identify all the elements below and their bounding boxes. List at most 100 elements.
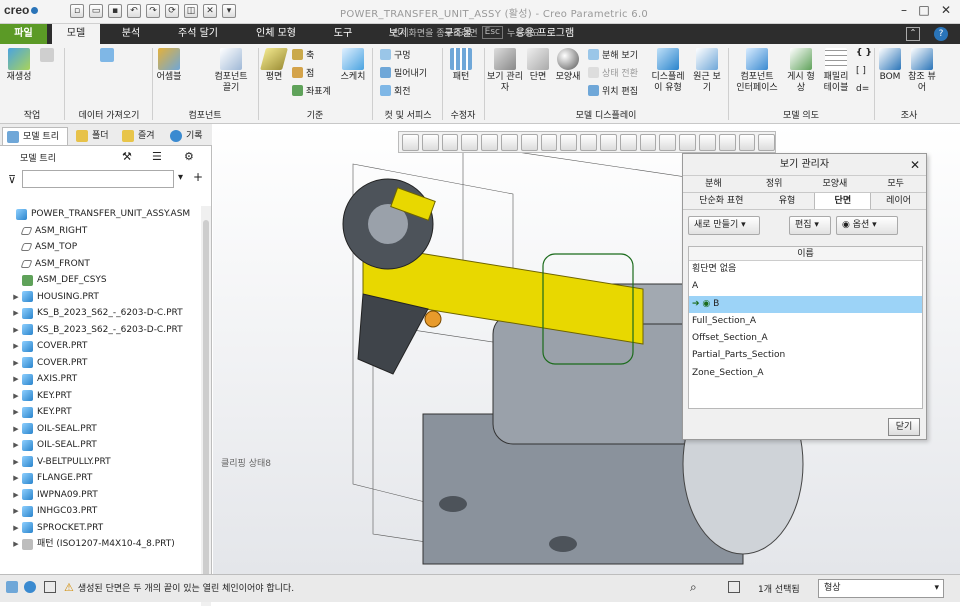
group-cut-surface[interactable]: 컷 및 서피스 xyxy=(374,108,442,121)
tree-item[interactable]: ASM_DEF_CSYS xyxy=(0,272,210,289)
panel-toggle-icon[interactable] xyxy=(6,581,18,593)
section-list-item[interactable]: Offset_Section_A xyxy=(689,330,922,347)
group-operations[interactable]: 작업 xyxy=(4,108,60,121)
selection-filter[interactable]: 형상 ▾ xyxy=(818,579,944,598)
display-style-icon[interactable] xyxy=(520,133,538,151)
perspective-icon[interactable] xyxy=(659,133,677,151)
section-list-item[interactable]: Full_Section_A xyxy=(689,313,922,330)
expand-arrow-icon[interactable]: ▶ xyxy=(10,421,22,438)
tab-layers[interactable]: 레이어 xyxy=(871,193,926,209)
tree-item[interactable]: ▶ 패턴 (ISO1207-M4X10-4_8.PRT) xyxy=(0,536,210,553)
assemble-button[interactable]: 어셈블 xyxy=(154,48,184,83)
group-get-data[interactable]: 데이터 가져오기 xyxy=(66,108,152,121)
collapse-ribbon-icon[interactable]: ⌃ xyxy=(906,27,920,41)
named-view-icon[interactable] xyxy=(599,133,617,151)
settings-icon[interactable]: ⚒ xyxy=(122,150,132,163)
parameters-icon[interactable]: [ ] xyxy=(856,66,866,76)
get-data-icon[interactable] xyxy=(96,48,118,64)
expand-arrow-icon[interactable]: ▶ xyxy=(10,355,22,372)
fullscreen-icon[interactable] xyxy=(44,581,56,593)
drag-components-button[interactable]: 컴포넌트 끌기 xyxy=(208,48,254,94)
regenerate-icon[interactable]: ⟳ xyxy=(165,4,179,18)
tab-style[interactable]: 유형 xyxy=(760,193,815,209)
expand-arrow-icon[interactable]: ▶ xyxy=(10,289,22,306)
section-list-item[interactable]: A xyxy=(689,278,922,295)
new-section-dropdown[interactable]: 새로 만들기 ▾ xyxy=(688,216,760,235)
explode-view-button[interactable]: 분해 보기 xyxy=(588,48,638,61)
tree-item[interactable]: ▶ KEY.PRT xyxy=(0,388,210,405)
section-list-item[interactable]: 횡단면 없음 xyxy=(689,261,922,278)
appearance-button[interactable]: 모양새 xyxy=(552,48,584,83)
group-model-display[interactable]: 모델 디스플레이 xyxy=(486,108,726,121)
tree-item[interactable]: ▶ KS_B_2023_S62_-_6203-D-C.PRT xyxy=(0,322,210,339)
windows-icon[interactable]: ◫ xyxy=(184,4,198,18)
new-file-icon[interactable]: ▫ xyxy=(70,4,84,18)
tab-model[interactable]: 모델 xyxy=(52,24,100,44)
expand-arrow-icon[interactable]: ▶ xyxy=(10,454,22,471)
tree-item[interactable]: ▶ COVER.PRT xyxy=(0,338,210,355)
appearance-icon-icon[interactable] xyxy=(698,133,716,151)
save-icon[interactable]: ▪ xyxy=(108,4,122,18)
tab-appearance[interactable]: 모양새 xyxy=(805,176,866,192)
minimize-button[interactable]: – xyxy=(894,3,914,19)
expand-arrow-icon[interactable]: ▶ xyxy=(10,371,22,388)
copy-paste-group[interactable] xyxy=(36,48,58,64)
view-manager-button[interactable]: 보기 관리 자 xyxy=(486,48,524,94)
zoom-out-icon[interactable] xyxy=(441,133,459,151)
family-table-button[interactable]: 패밀리 테이블 xyxy=(820,48,852,94)
search-input[interactable] xyxy=(22,170,174,188)
expand-arrow-icon[interactable]: ▶ xyxy=(10,338,22,355)
tree-item[interactable]: ▶ COVER.PRT xyxy=(0,355,210,372)
customize-qat-icon[interactable]: ▾ xyxy=(222,4,236,18)
reference-viewer-button[interactable]: 참조 뷰 어 xyxy=(904,48,940,94)
tab-all[interactable]: 모두 xyxy=(865,176,926,192)
tab-analysis[interactable]: 분석 xyxy=(110,24,152,44)
redo-icon[interactable]: ↷ xyxy=(146,4,160,18)
zoom-in-icon[interactable] xyxy=(421,133,439,151)
csys-button[interactable]: 좌표계 xyxy=(292,84,331,97)
toggle-status-button[interactable]: 상태 전환 xyxy=(588,66,638,79)
display-style-button[interactable]: 디스플레 이 유형 xyxy=(648,48,688,94)
expand-arrow-icon[interactable]: ▶ xyxy=(10,388,22,405)
group-modifiers[interactable]: 수정자 xyxy=(442,108,484,121)
tab-history[interactable]: 기록 xyxy=(166,127,212,145)
tree-item[interactable]: ▶ V-BELTPULLY.PRT xyxy=(0,454,210,471)
selection-list-icon[interactable] xyxy=(728,581,740,593)
group-investigate[interactable]: 조사 xyxy=(876,108,942,121)
tab-favorites[interactable]: 즐겨 xyxy=(118,127,164,145)
datum-display-icon[interactable] xyxy=(540,133,558,151)
close-window-icon[interactable]: ✕ xyxy=(203,4,217,18)
view-normal-icon[interactable] xyxy=(481,133,498,151)
find-icon[interactable]: ⌕ xyxy=(690,580,697,595)
sketch-button[interactable]: 스케치 xyxy=(338,48,368,83)
switch-dimensions-icon[interactable]: d= xyxy=(856,84,869,94)
bom-button[interactable]: BOM xyxy=(876,48,904,83)
tree-item[interactable]: ASM_FRONT xyxy=(0,256,210,273)
hole-button[interactable]: 구멍 xyxy=(380,48,411,61)
browser-toggle-icon[interactable] xyxy=(24,581,36,593)
tab-folder-browser[interactable]: 폴더 xyxy=(72,127,118,145)
tree-item[interactable]: ▶ SPROCKET.PRT xyxy=(0,520,210,537)
publish-geometry-button[interactable]: 게시 형 상 xyxy=(784,48,818,94)
tree-item[interactable]: ▶ AXIS.PRT xyxy=(0,371,210,388)
close-dialog-button[interactable]: 닫기 xyxy=(888,418,920,436)
saved-views-icon[interactable] xyxy=(500,133,518,151)
relations-icon[interactable]: { } xyxy=(856,48,872,58)
component-interface-button[interactable]: 컴포넌트 인터페이스 xyxy=(732,48,782,94)
help-icon[interactable]: ? xyxy=(934,27,948,41)
tree-item[interactable]: ▶ IWPNA09.PRT xyxy=(0,487,210,504)
open-folder-icon[interactable]: ▭ xyxy=(89,4,103,18)
section-list-item[interactable]: Partial_Parts_Section xyxy=(689,347,922,364)
expand-arrow-icon[interactable]: ▶ xyxy=(10,487,22,504)
tab-tools[interactable]: 도구 xyxy=(323,24,363,44)
axis-button[interactable]: 축 xyxy=(292,48,314,61)
tree-item[interactable]: ▶ INHGC03.PRT xyxy=(0,503,210,520)
tab-manikin[interactable]: 인체 모형 xyxy=(245,24,307,44)
tree-item[interactable]: ▶ HOUSING.PRT xyxy=(0,289,210,306)
tab-annotate[interactable]: 주석 달기 xyxy=(168,24,228,44)
extrude-button[interactable]: 밀어내기 xyxy=(380,66,427,79)
tab-file[interactable]: 파일 xyxy=(0,24,47,44)
pattern-button[interactable]: 패턴 xyxy=(446,48,476,83)
repaint-icon[interactable] xyxy=(461,133,479,151)
tree-item[interactable]: ▶ KS_B_2023_S62_-_6203-D-C.PRT xyxy=(0,305,210,322)
